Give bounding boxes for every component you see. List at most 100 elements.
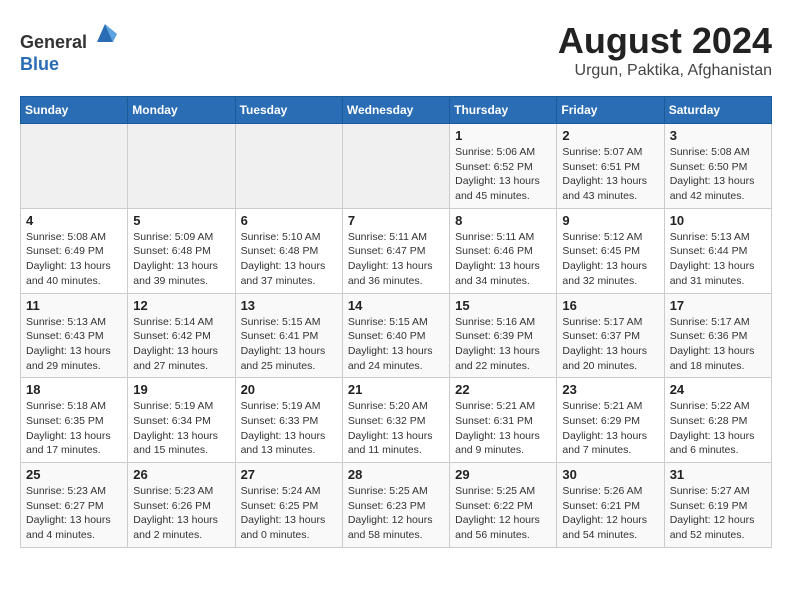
day-number: 11 <box>26 298 122 313</box>
calendar-cell: 28Sunrise: 5:25 AM Sunset: 6:23 PM Dayli… <box>342 463 449 548</box>
calendar-header: SundayMondayTuesdayWednesdayThursdayFrid… <box>21 97 772 124</box>
day-of-week-header: Tuesday <box>235 97 342 124</box>
calendar-cell: 22 Sunrise: 5:21 AM Sunset: 6:31 PM Dayli… <box>450 378 557 463</box>
calendar-cell: 15 Sunrise: 5:16 AM Sunset: 6:39 PM Dayli… <box>450 293 557 378</box>
calendar-week-row: 1 Sunrise: 5:06 AM Sunset: 6:52 PM Daylig… <box>21 124 772 209</box>
calendar-cell: 3 Sunrise: 5:08 AM Sunset: 6:50 PM Daylig… <box>664 124 771 209</box>
day-number: 23 <box>562 382 658 397</box>
day-of-week-header: Friday <box>557 97 664 124</box>
calendar-cell: 18 Sunrise: 5:18 AM Sunset: 6:35 PM Dayli… <box>21 378 128 463</box>
days-of-week-row: SundayMondayTuesdayWednesdayThursdayFrid… <box>21 97 772 124</box>
day-number: 17 <box>670 298 766 313</box>
day-info: Sunrise: 5:18 AM Sunset: 6:35 PM Dayligh… <box>26 399 122 458</box>
day-info: Sunrise: 5:21 AM Sunset: 6:31 PM Dayligh… <box>455 399 551 458</box>
day-number: 6 <box>241 213 337 228</box>
day-number: 22 <box>455 382 551 397</box>
day-of-week-header: Wednesday <box>342 97 449 124</box>
title-block: August 2024 Urgun, Paktika, Afghanistan <box>558 20 772 80</box>
day-number: 27 <box>241 467 337 482</box>
day-number: 18 <box>26 382 122 397</box>
calendar-body: 1 Sunrise: 5:06 AM Sunset: 6:52 PM Daylig… <box>21 124 772 548</box>
day-number: 15 <box>455 298 551 313</box>
day-info: Sunrise: 5:11 AM Sunset: 6:47 PM Dayligh… <box>348 230 444 289</box>
day-number: 24 <box>670 382 766 397</box>
day-info: Sunrise: 5:24 AM Sunset: 6:25 PM Dayligh… <box>241 484 337 543</box>
calendar-cell: 24 Sunrise: 5:22 AM Sunset: 6:28 PM Dayli… <box>664 378 771 463</box>
calendar-cell: 29 Sunrise: 5:25 AM Sunset: 6:22 PM Dayli… <box>450 463 557 548</box>
day-number: 19 <box>133 382 229 397</box>
day-info: Sunrise: 5:12 AM Sunset: 6:45 PM Dayligh… <box>562 230 658 289</box>
day-number: 25 <box>26 467 122 482</box>
calendar-cell <box>235 124 342 209</box>
day-number: 31 <box>670 467 766 482</box>
logo-icon <box>91 20 119 48</box>
calendar-week-row: 25 Sunrise: 5:23 AM Sunset: 6:27 PM Dayli… <box>21 463 772 548</box>
calendar-week-row: 11Sunrise: 5:13 AM Sunset: 6:43 PM Dayli… <box>21 293 772 378</box>
page-subtitle: Urgun, Paktika, Afghanistan <box>558 62 772 80</box>
day-info: Sunrise: 5:27 AM Sunset: 6:19 PM Dayligh… <box>670 484 766 543</box>
day-info: Sunrise: 5:15 AM Sunset: 6:41 PM Dayligh… <box>241 315 337 374</box>
calendar-cell: 30Sunrise: 5:26 AM Sunset: 6:21 PM Dayli… <box>557 463 664 548</box>
day-info: Sunrise: 5:08 AM Sunset: 6:49 PM Dayligh… <box>26 230 122 289</box>
day-number: 12 <box>133 298 229 313</box>
day-number: 8 <box>455 213 551 228</box>
calendar-cell: 13 Sunrise: 5:15 AM Sunset: 6:41 PM Dayli… <box>235 293 342 378</box>
day-info: Sunrise: 5:16 AM Sunset: 6:39 PM Dayligh… <box>455 315 551 374</box>
day-info: Sunrise: 5:11 AM Sunset: 6:46 PM Dayligh… <box>455 230 551 289</box>
page-header: General Blue August 2024 Urgun, Paktika,… <box>20 20 772 80</box>
day-number: 16 <box>562 298 658 313</box>
day-number: 1 <box>455 128 551 143</box>
day-number: 10 <box>670 213 766 228</box>
day-of-week-header: Saturday <box>664 97 771 124</box>
logo-blue: Blue <box>20 54 59 74</box>
day-number: 5 <box>133 213 229 228</box>
calendar-cell: 8 Sunrise: 5:11 AM Sunset: 6:46 PM Daylig… <box>450 208 557 293</box>
day-number: 3 <box>670 128 766 143</box>
day-info: Sunrise: 5:15 AM Sunset: 6:40 PM Dayligh… <box>348 315 444 374</box>
day-number: 20 <box>241 382 337 397</box>
calendar-cell: 23Sunrise: 5:21 AM Sunset: 6:29 PM Dayli… <box>557 378 664 463</box>
calendar-cell: 1 Sunrise: 5:06 AM Sunset: 6:52 PM Daylig… <box>450 124 557 209</box>
day-number: 13 <box>241 298 337 313</box>
day-info: Sunrise: 5:26 AM Sunset: 6:21 PM Dayligh… <box>562 484 658 543</box>
day-info: Sunrise: 5:19 AM Sunset: 6:34 PM Dayligh… <box>133 399 229 458</box>
calendar-cell: 5Sunrise: 5:09 AM Sunset: 6:48 PM Daylig… <box>128 208 235 293</box>
day-info: Sunrise: 5:06 AM Sunset: 6:52 PM Dayligh… <box>455 145 551 204</box>
calendar-cell: 27 Sunrise: 5:24 AM Sunset: 6:25 PM Dayli… <box>235 463 342 548</box>
day-info: Sunrise: 5:25 AM Sunset: 6:22 PM Dayligh… <box>455 484 551 543</box>
day-info: Sunrise: 5:08 AM Sunset: 6:50 PM Dayligh… <box>670 145 766 204</box>
day-info: Sunrise: 5:17 AM Sunset: 6:36 PM Dayligh… <box>670 315 766 374</box>
day-info: Sunrise: 5:10 AM Sunset: 6:48 PM Dayligh… <box>241 230 337 289</box>
day-number: 26 <box>133 467 229 482</box>
day-info: Sunrise: 5:07 AM Sunset: 6:51 PM Dayligh… <box>562 145 658 204</box>
calendar-cell: 21 Sunrise: 5:20 AM Sunset: 6:32 PM Dayli… <box>342 378 449 463</box>
day-number: 29 <box>455 467 551 482</box>
day-info: Sunrise: 5:20 AM Sunset: 6:32 PM Dayligh… <box>348 399 444 458</box>
calendar-cell <box>128 124 235 209</box>
calendar-cell: 26 Sunrise: 5:23 AM Sunset: 6:26 PM Dayli… <box>128 463 235 548</box>
day-number: 21 <box>348 382 444 397</box>
calendar-cell: 14 Sunrise: 5:15 AM Sunset: 6:40 PM Dayli… <box>342 293 449 378</box>
calendar-cell: 12Sunrise: 5:14 AM Sunset: 6:42 PM Dayli… <box>128 293 235 378</box>
day-info: Sunrise: 5:23 AM Sunset: 6:26 PM Dayligh… <box>133 484 229 543</box>
logo-general: General <box>20 32 87 52</box>
day-number: 4 <box>26 213 122 228</box>
calendar-cell: 31 Sunrise: 5:27 AM Sunset: 6:19 PM Dayli… <box>664 463 771 548</box>
calendar-cell <box>342 124 449 209</box>
page-title: August 2024 <box>558 20 772 62</box>
calendar-week-row: 18 Sunrise: 5:18 AM Sunset: 6:35 PM Dayli… <box>21 378 772 463</box>
day-info: Sunrise: 5:22 AM Sunset: 6:28 PM Dayligh… <box>670 399 766 458</box>
day-info: Sunrise: 5:23 AM Sunset: 6:27 PM Dayligh… <box>26 484 122 543</box>
day-info: Sunrise: 5:19 AM Sunset: 6:33 PM Dayligh… <box>241 399 337 458</box>
day-number: 9 <box>562 213 658 228</box>
calendar-week-row: 4 Sunrise: 5:08 AM Sunset: 6:49 PM Daylig… <box>21 208 772 293</box>
calendar-table: SundayMondayTuesdayWednesdayThursdayFrid… <box>20 96 772 548</box>
calendar-cell: 16Sunrise: 5:17 AM Sunset: 6:37 PM Dayli… <box>557 293 664 378</box>
calendar-cell: 7Sunrise: 5:11 AM Sunset: 6:47 PM Daylig… <box>342 208 449 293</box>
logo: General Blue <box>20 20 119 75</box>
calendar-cell: 25 Sunrise: 5:23 AM Sunset: 6:27 PM Dayli… <box>21 463 128 548</box>
day-info: Sunrise: 5:13 AM Sunset: 6:44 PM Dayligh… <box>670 230 766 289</box>
calendar-cell: 10 Sunrise: 5:13 AM Sunset: 6:44 PM Dayli… <box>664 208 771 293</box>
calendar-cell: 4 Sunrise: 5:08 AM Sunset: 6:49 PM Daylig… <box>21 208 128 293</box>
day-number: 14 <box>348 298 444 313</box>
